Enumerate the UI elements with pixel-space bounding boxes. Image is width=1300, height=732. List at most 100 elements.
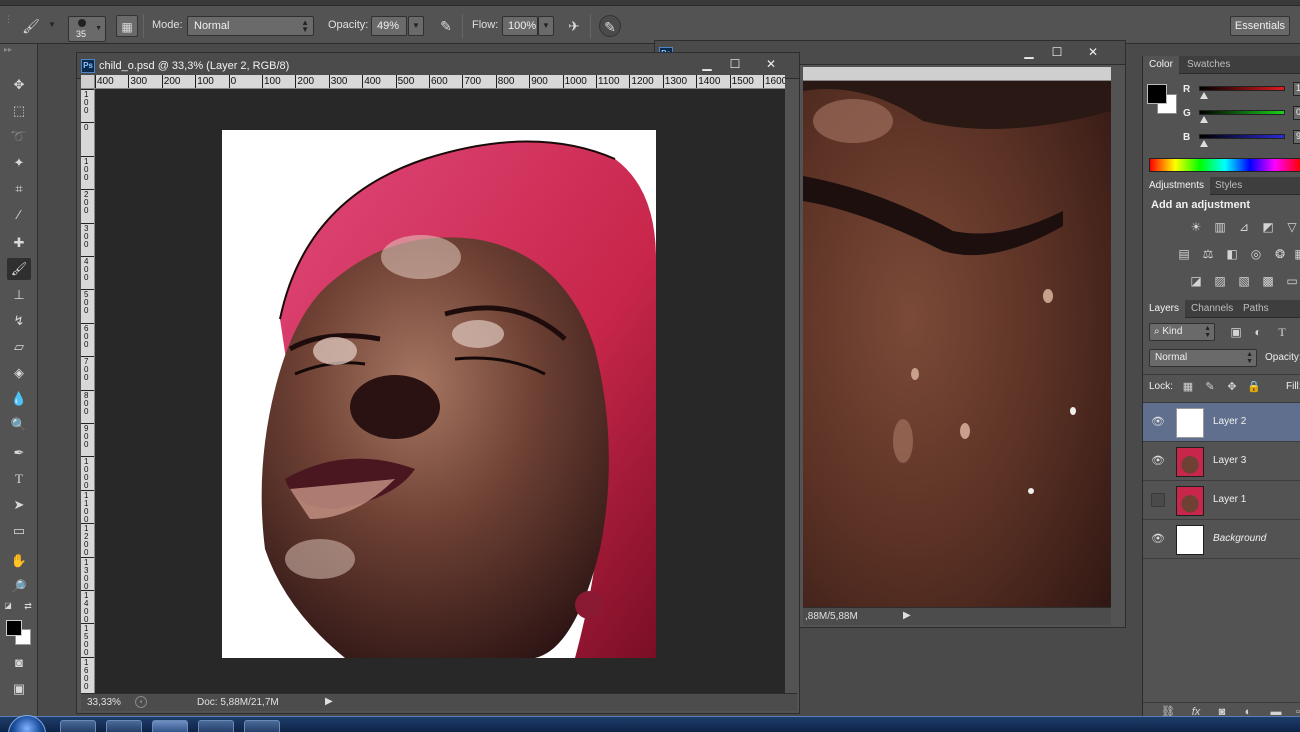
shape-tool-icon[interactable]: ▭ [7,520,31,542]
black-white-icon[interactable]: ◧ [1223,246,1241,262]
magic-wand-tool-icon[interactable]: ✦ [7,152,31,174]
lock-transparent-icon[interactable]: ▦ [1179,379,1197,395]
slider-knob[interactable] [1200,92,1208,99]
tab-styles[interactable]: Styles [1209,177,1248,195]
brush-preset-picker[interactable]: 35 ▼ [68,16,106,42]
tool-preset-dropdown[interactable]: ▼ [44,16,60,36]
brightness-contrast-icon[interactable]: ☀ [1187,219,1205,235]
tab-swatches[interactable]: Swatches [1181,56,1236,74]
taskbar-photoshop-button[interactable] [152,720,188,732]
visibility-eye-icon[interactable]: 👁 [1151,454,1165,468]
start-button[interactable] [8,715,46,732]
channel-slider[interactable] [1199,86,1285,91]
foreground-color-swatch[interactable] [1147,84,1167,104]
workspace-switcher[interactable]: Essentials [1230,16,1290,36]
minimize-button[interactable]: ▁ [695,57,719,73]
brush-panel-toggle-icon[interactable]: ▦ [116,15,138,37]
curves-icon[interactable]: ⊿ [1235,219,1253,235]
color-spectrum-bar[interactable] [1149,158,1300,172]
screen-mode-icon[interactable]: ▣ [7,678,31,700]
blur-tool-icon[interactable]: 💧 [7,388,31,410]
mode-select[interactable]: Normal ▲ ▼ [187,16,314,36]
healing-brush-tool-icon[interactable]: ✚ [7,232,31,254]
channel-value[interactable]: 9 [1293,130,1300,144]
visibility-eye-icon[interactable]: 👁 [1151,415,1165,429]
lock-position-icon[interactable]: ✥ [1223,379,1241,395]
status-options-icon[interactable]: ◦ [135,696,147,708]
layer-filter-select[interactable]: ⌕ Kind ▲ ▼ [1149,323,1215,341]
layer-row[interactable]: 👁 Layer 2 [1143,403,1300,442]
color-balance-icon[interactable]: ⚖ [1199,246,1217,262]
minimize-button[interactable]: ▁ [1017,45,1041,61]
vibrance-icon[interactable]: ▽ [1283,219,1300,235]
levels-icon[interactable]: ▥ [1211,219,1229,235]
maximize-button[interactable]: ☐ [723,57,747,73]
maximize-button[interactable]: ☐ [1045,45,1069,61]
filter-pixel-icon[interactable]: ▣ [1227,324,1245,340]
slider-knob[interactable] [1200,116,1208,123]
lock-all-icon[interactable]: 🔒 [1245,379,1263,395]
close-button[interactable]: ✕ [1081,45,1105,61]
channel-slider[interactable] [1199,134,1285,139]
gradient-map-icon[interactable]: ▭ [1283,273,1300,289]
play-icon[interactable]: ▶ [325,696,333,707]
opacity-field[interactable]: 49% [371,16,407,36]
filter-adjustment-icon[interactable]: ◐ [1249,324,1267,340]
channel-value[interactable]: 1 [1293,82,1300,96]
flow-dropdown[interactable]: ▼ [538,16,554,36]
history-brush-tool-icon[interactable]: ↯ [7,310,31,332]
marquee-tool-icon[interactable]: ⬚ [7,100,31,122]
pressure-opacity-icon[interactable]: ✎ [435,15,457,37]
selective-color-icon[interactable]: ▩ [1259,273,1277,289]
blend-mode-select[interactable]: Normal ▲ ▼ [1149,349,1257,367]
path-selection-tool-icon[interactable]: ➤ [7,494,31,516]
taskbar-app-button[interactable] [244,720,280,732]
play-icon[interactable]: ▶ [903,610,911,621]
hue-saturation-icon[interactable]: ▤ [1175,246,1193,262]
layer-row[interactable]: Layer 1 [1143,481,1300,520]
tab-channels[interactable]: Channels [1185,300,1239,318]
zoom-tool-icon[interactable]: 🔎 [7,576,31,598]
quick-mask-icon[interactable]: ◙ [7,652,31,674]
pen-tool-icon[interactable]: ✒ [7,442,31,464]
taskbar-explorer-button[interactable] [60,720,96,732]
threshold-icon[interactable]: ▧ [1235,273,1253,289]
flow-field[interactable]: 100% [502,16,538,36]
default-colors-icon[interactable]: ◪ [2,600,14,612]
eraser-tool-icon[interactable]: ▱ [7,336,31,358]
swap-colors-icon[interactable]: ⇄ [22,600,34,612]
tab-layers[interactable]: Layers [1143,300,1186,318]
lock-image-icon[interactable]: ✎ [1201,379,1219,395]
filter-type-icon[interactable]: T [1273,324,1291,340]
layer-row[interactable]: 👁 Layer 3 [1143,442,1300,481]
airbrush-icon[interactable]: ✈ [563,15,585,37]
brush-tool-icon[interactable]: 🖌 [20,15,42,37]
channel-mixer-icon[interactable]: ❂ [1271,246,1289,262]
foreground-color-swatch[interactable] [6,620,22,636]
tab-paths[interactable]: Paths [1237,300,1275,318]
slider-knob[interactable] [1200,140,1208,147]
eyedropper-tool-icon[interactable]: ⁄ [7,204,31,226]
opacity-dropdown[interactable]: ▼ [408,16,424,36]
photo-filter-icon[interactable]: ◎ [1247,246,1265,262]
dodge-tool-icon[interactable]: 🔍 [7,414,31,436]
visibility-eye-icon[interactable]: 👁 [1151,532,1165,546]
zoom-level[interactable]: 33,33% [87,697,121,708]
channel-slider[interactable] [1199,110,1285,115]
close-button[interactable]: ✕ [759,57,783,73]
pressure-size-icon[interactable]: ✎ [599,15,621,37]
brush-tool-icon[interactable]: 🖌 [7,258,31,280]
taskbar-firefox-button[interactable] [106,720,142,732]
move-tool-icon[interactable]: ✥ [7,74,31,96]
taskbar-skype-button[interactable] [198,720,234,732]
visibility-eye-icon[interactable] [1151,493,1165,507]
clone-stamp-tool-icon[interactable]: ⊥ [7,284,31,306]
lasso-tool-icon[interactable]: ➰ [7,126,31,148]
reference-canvas[interactable] [803,81,1111,607]
crop-tool-icon[interactable]: ⌗ [7,178,31,200]
type-tool-icon[interactable]: T [7,468,31,490]
hand-tool-icon[interactable]: ✋ [7,550,31,572]
posterize-icon[interactable]: ▨ [1211,273,1229,289]
exposure-icon[interactable]: ◩ [1259,219,1277,235]
tab-adjustments[interactable]: Adjustments [1143,177,1211,195]
